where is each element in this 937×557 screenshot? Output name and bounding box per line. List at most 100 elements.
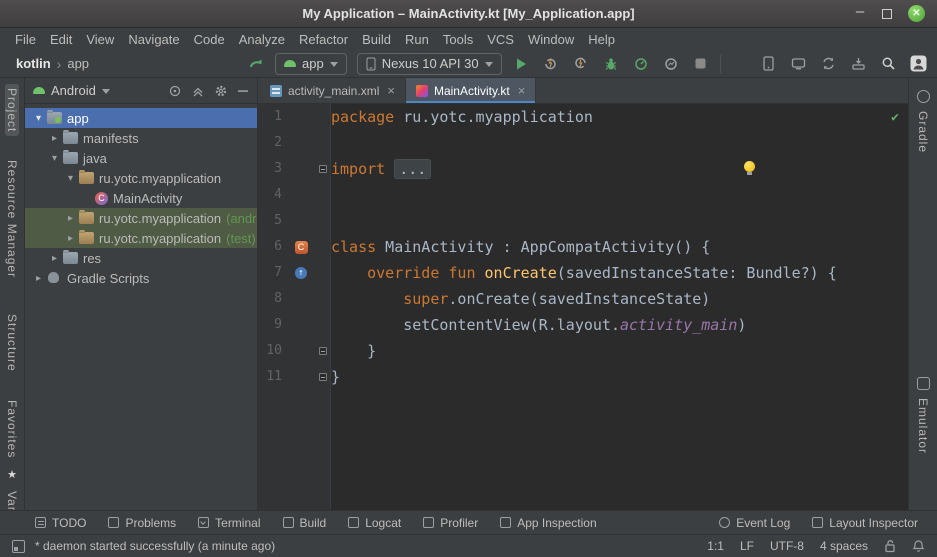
avd-manager-button[interactable] bbox=[789, 55, 807, 73]
locate-file-icon[interactable] bbox=[168, 84, 182, 98]
tool-window-button-event-log[interactable]: Event Log bbox=[710, 514, 799, 532]
menu-navigate[interactable]: Navigate bbox=[121, 30, 186, 49]
close-tab-icon[interactable]: × bbox=[518, 83, 526, 98]
breadcrumb-app[interactable]: app bbox=[67, 56, 89, 71]
notifications-bell-icon[interactable] bbox=[912, 539, 925, 553]
breadcrumb-kotlin[interactable]: kotlin bbox=[16, 56, 51, 71]
code-line-1: 1package ru.yotc.myapplication bbox=[258, 104, 908, 130]
tool-window-button-todo[interactable]: TODO bbox=[26, 514, 95, 532]
fold-marker-icon[interactable] bbox=[314, 364, 331, 390]
menu-refactor[interactable]: Refactor bbox=[292, 30, 355, 49]
chevron-down-icon[interactable]: ▾ bbox=[47, 153, 62, 164]
menu-edit[interactable]: Edit bbox=[43, 30, 79, 49]
sdk-manager-button[interactable] bbox=[849, 55, 867, 73]
menu-build[interactable]: Build bbox=[355, 30, 398, 49]
tool-window-button-build[interactable]: Build bbox=[274, 514, 336, 532]
menu-run[interactable]: Run bbox=[398, 30, 436, 49]
inspections-ok-icon[interactable]: ✔ bbox=[891, 110, 899, 125]
class-gutter-icon[interactable]: C bbox=[288, 234, 314, 260]
intention-bulb-icon[interactable] bbox=[744, 161, 755, 172]
code-text: import ... bbox=[331, 156, 431, 182]
tool-window-button-layout-inspector[interactable]: Layout Inspector bbox=[803, 514, 927, 532]
menu-window[interactable]: Window bbox=[521, 30, 581, 49]
tool-stripe-gradle[interactable]: Gradle bbox=[916, 107, 930, 157]
menu-analyze[interactable]: Analyze bbox=[232, 30, 292, 49]
tool-stripe-project[interactable]: Project bbox=[5, 84, 19, 136]
tool-window-toggle-icon[interactable] bbox=[12, 540, 25, 553]
chevron-right-icon[interactable]: ▸ bbox=[47, 133, 62, 144]
device-manager-button[interactable] bbox=[759, 55, 777, 73]
unlocked-padlock-icon[interactable] bbox=[884, 539, 896, 553]
chevron-down-icon[interactable]: ▾ bbox=[63, 173, 78, 184]
menu-file[interactable]: File bbox=[8, 30, 43, 49]
tree-item-ru-yotc-myapplication[interactable]: ▾ru.yotc.myapplication bbox=[25, 168, 257, 188]
code-line-3: 3import ... bbox=[258, 156, 908, 182]
code-text: } bbox=[331, 338, 376, 364]
debug-button[interactable] bbox=[602, 55, 620, 73]
close-button[interactable]: ✕ bbox=[908, 5, 925, 22]
menu-tools[interactable]: Tools bbox=[436, 30, 480, 49]
layout-inspector-icon bbox=[812, 517, 823, 528]
settings-gear-icon[interactable] bbox=[214, 84, 228, 98]
tree-item-ru-yotc-myapplication[interactable]: ▸ru.yotc.myapplication(androidTest) bbox=[25, 208, 257, 228]
status-bar: * daemon started successfully (a minute … bbox=[0, 534, 937, 557]
tool-window-button-profiler[interactable]: Profiler bbox=[414, 514, 487, 532]
menu-view[interactable]: View bbox=[79, 30, 121, 49]
profile-app-button[interactable] bbox=[632, 55, 650, 73]
run-button[interactable] bbox=[512, 55, 530, 73]
maximize-button[interactable] bbox=[882, 9, 892, 19]
tree-item-ru-yotc-myapplication[interactable]: ▸ru.yotc.myapplication(test) bbox=[25, 228, 257, 248]
tool-window-button-app-inspection[interactable]: App Inspection bbox=[491, 514, 605, 532]
device-dropdown[interactable]: Nexus 10 API 30 bbox=[357, 53, 502, 75]
tree-item-res[interactable]: ▸res bbox=[25, 248, 257, 268]
fold-marker-icon[interactable] bbox=[314, 156, 331, 182]
run-config-dropdown[interactable]: app bbox=[275, 53, 347, 75]
search-everywhere-button[interactable] bbox=[879, 55, 897, 73]
titlebar[interactable]: My Application – MainActivity.kt [My_App… bbox=[0, 0, 937, 28]
tab-mainactivity-kt[interactable]: MainActivity.kt× bbox=[406, 78, 536, 103]
tool-stripe-emulator[interactable]: Emulator bbox=[916, 394, 930, 458]
apply-changes-button[interactable] bbox=[542, 55, 560, 73]
tree-item-java[interactable]: ▾java bbox=[25, 148, 257, 168]
code-editor[interactable]: ✔ 1package ru.yotc.myapplication23import… bbox=[258, 104, 908, 510]
status-line-separator[interactable]: LF bbox=[740, 539, 754, 553]
line-number: 2 bbox=[258, 130, 288, 156]
chevron-right-icon[interactable]: ▸ bbox=[63, 213, 78, 224]
tree-item-gradle-scripts[interactable]: ▸Gradle Scripts bbox=[25, 268, 257, 288]
minimize-button[interactable]: – bbox=[854, 8, 866, 20]
status-indent-style[interactable]: 4 spaces bbox=[820, 539, 868, 553]
chevron-right-icon[interactable]: ▸ bbox=[63, 233, 78, 244]
tool-window-button-problems[interactable]: Problems bbox=[99, 514, 185, 532]
attach-profiler-button[interactable] bbox=[662, 55, 680, 73]
collapse-all-icon[interactable] bbox=[191, 84, 205, 98]
menu-vcs[interactable]: VCS bbox=[480, 30, 521, 49]
hide-tool-window-icon[interactable] bbox=[237, 85, 249, 97]
line-number: 6 bbox=[258, 234, 288, 260]
sync-project-button[interactable] bbox=[819, 55, 837, 73]
tree-item-manifests[interactable]: ▸manifests bbox=[25, 128, 257, 148]
tool-window-button-terminal[interactable]: Terminal bbox=[189, 514, 269, 532]
status-file-encoding[interactable]: UTF-8 bbox=[770, 539, 804, 553]
apply-code-changes-button[interactable] bbox=[572, 55, 590, 73]
tab-activity-main-xml[interactable]: activity_main.xml× bbox=[260, 78, 406, 103]
tool-stripe-favorites[interactable]: Favorites bbox=[5, 396, 19, 462]
tree-item-mainactivity[interactable]: MainActivity bbox=[25, 188, 257, 208]
fold-marker-icon[interactable] bbox=[314, 338, 331, 364]
status-caret-position[interactable]: 1:1 bbox=[707, 539, 724, 553]
menu-code[interactable]: Code bbox=[187, 30, 232, 49]
tree-item-app[interactable]: ▾app bbox=[25, 108, 257, 128]
menu-help[interactable]: Help bbox=[581, 30, 622, 49]
stop-button[interactable] bbox=[692, 55, 710, 73]
override-gutter-icon[interactable]: ↑ bbox=[288, 260, 314, 286]
project-view-selector[interactable]: Android bbox=[51, 83, 96, 98]
tool-window-button-logcat[interactable]: Logcat bbox=[339, 514, 410, 532]
profiler-icon bbox=[423, 517, 434, 528]
tool-stripe-structure[interactable]: Structure bbox=[5, 310, 19, 376]
chevron-right-icon[interactable]: ▸ bbox=[47, 253, 62, 264]
make-project-button[interactable] bbox=[247, 55, 265, 73]
close-tab-icon[interactable]: × bbox=[387, 83, 395, 98]
chevron-right-icon[interactable]: ▸ bbox=[31, 273, 46, 284]
chevron-down-icon[interactable]: ▾ bbox=[31, 113, 46, 124]
user-avatar-button[interactable] bbox=[909, 55, 927, 73]
tool-stripe-resource-manager[interactable]: Resource Manager bbox=[5, 156, 19, 282]
